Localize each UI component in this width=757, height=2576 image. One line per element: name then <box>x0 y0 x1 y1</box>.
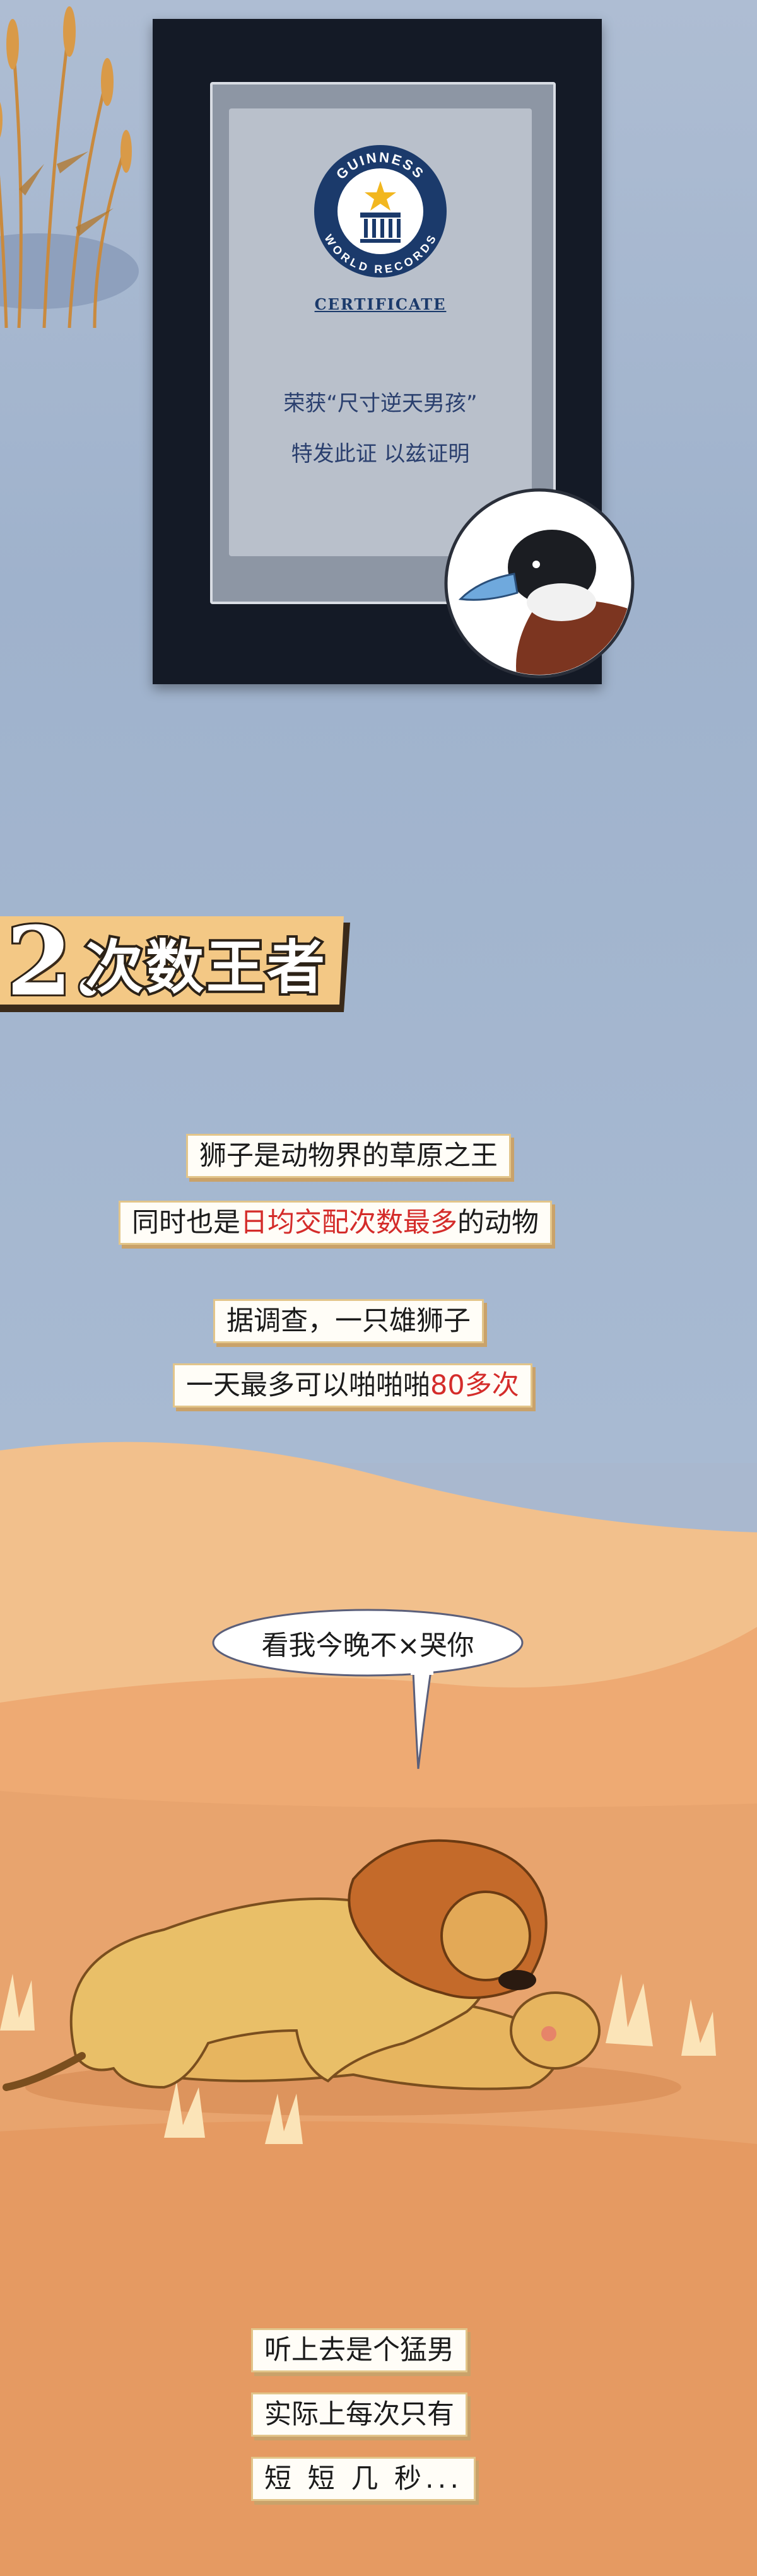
lions-illustration <box>0 1839 716 2144</box>
caption-7: 短 短 几 秒... <box>251 2457 476 2501</box>
caption-3: 据调查，一只雄狮子 <box>213 1299 484 1343</box>
reeds-illustration <box>0 6 139 328</box>
certificate-line-2: 特发此证 以兹证明 <box>291 441 470 467</box>
guinness-logo-icon: GUINNESS WORLD RECORDS <box>314 145 447 277</box>
section-title: 次数王者 <box>83 931 328 1004</box>
caption-4: 一天最多可以啪啪啪80多次 <box>173 1363 532 1407</box>
caption-5: 听上去是个猛男 <box>251 2328 467 2372</box>
certificate-line-1: 荣获“尺寸逆天男孩” <box>283 391 478 416</box>
caption-2-highlight: 日均交配次数最多 <box>240 1207 457 1238</box>
caption-4-highlight: 80多次 <box>430 1370 519 1401</box>
caption-6: 实际上每次只有 <box>251 2392 467 2437</box>
caption-2: 同时也是日均交配次数最多的动物 <box>119 1201 552 1245</box>
duck-illustration <box>444 488 635 679</box>
speech-bubble-text: 看我今晚不×哭你 <box>261 1630 474 1662</box>
certificate-word: CERTIFICATE <box>314 295 447 313</box>
caption-1: 狮子是动物界的草原之王 <box>186 1134 511 1178</box>
